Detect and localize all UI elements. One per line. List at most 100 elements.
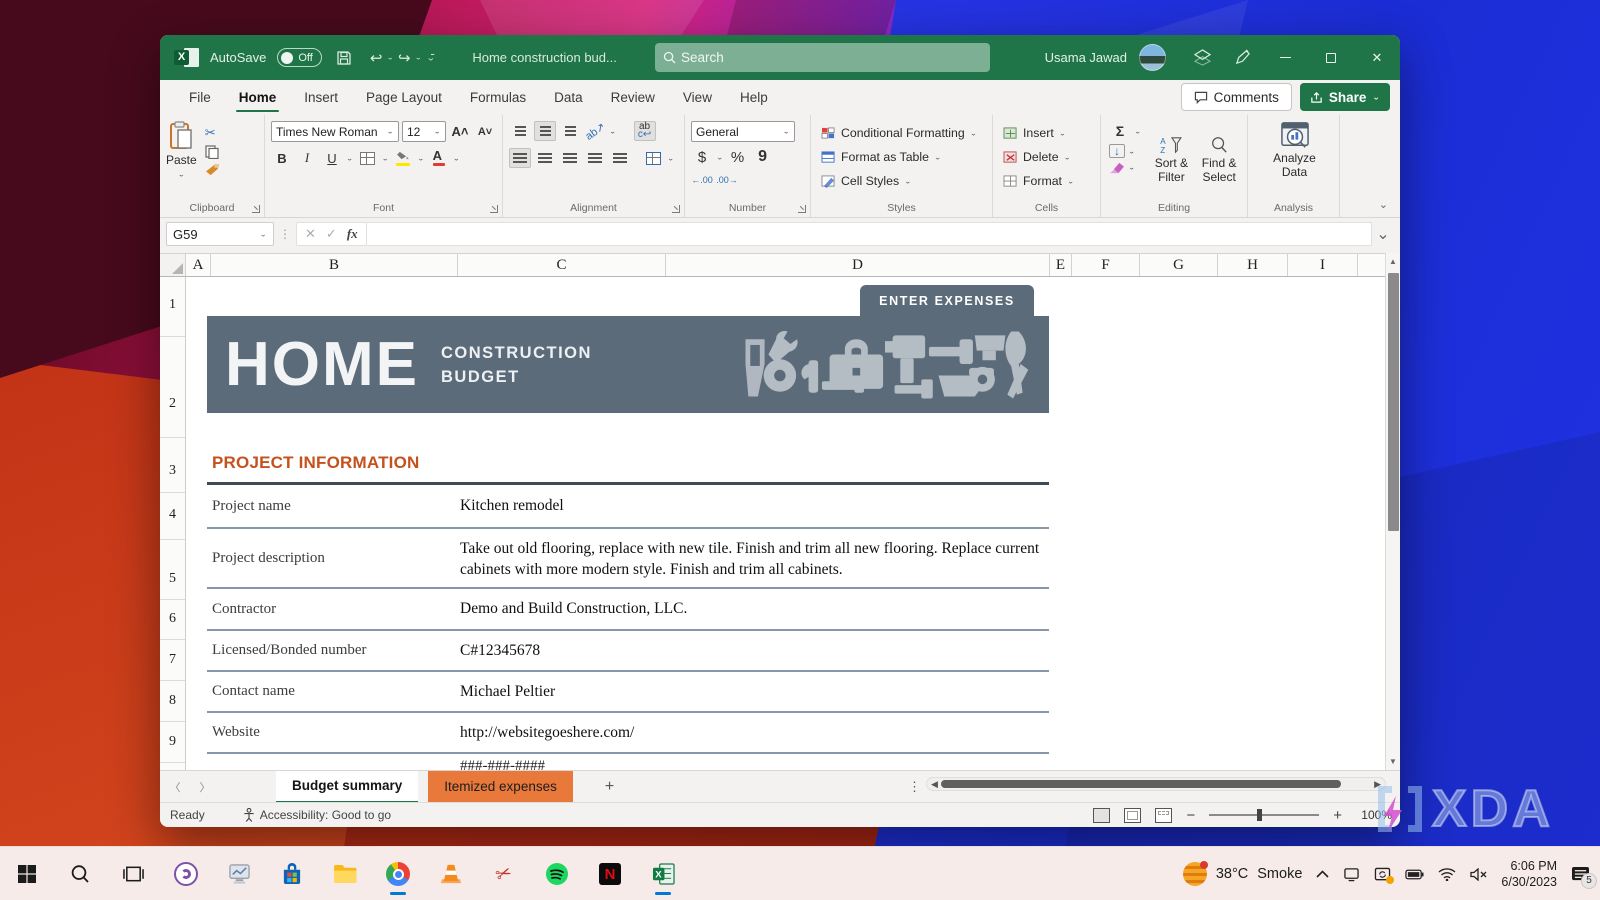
customize-quick-access-icon[interactable]: ⌄̄: [426, 52, 435, 62]
insert-cells-button[interactable]: Insert ⌄: [1003, 121, 1096, 145]
autosum-icon[interactable]: Σ: [1109, 121, 1131, 141]
normal-view-icon[interactable]: [1093, 808, 1110, 823]
formula-bar-handle[interactable]: ⋮: [279, 227, 291, 241]
start-button[interactable]: [14, 861, 40, 887]
row-header-1[interactable]: 1: [160, 297, 185, 313]
percent-format-icon[interactable]: %: [727, 147, 749, 167]
select-all-corner[interactable]: [160, 254, 186, 276]
tab-help[interactable]: Help: [727, 80, 781, 115]
tab-page-layout[interactable]: Page Layout: [353, 80, 455, 115]
font-color-icon[interactable]: A: [428, 148, 450, 168]
search-box[interactable]: Search: [655, 43, 990, 72]
cancel-entry-icon[interactable]: ✕: [305, 226, 316, 242]
increase-decimal-icon[interactable]: ←.00: [691, 170, 713, 190]
underline-button[interactable]: U: [321, 148, 343, 168]
task-manager-icon[interactable]: [226, 861, 252, 887]
merge-center-icon[interactable]: [642, 148, 664, 168]
avatar[interactable]: [1139, 44, 1166, 71]
row-header-6[interactable]: 6: [160, 611, 185, 627]
chevron-down-icon[interactable]: ⌄: [382, 154, 390, 163]
name-box[interactable]: G59 ⌄: [166, 222, 274, 246]
row-header-9[interactable]: 9: [160, 734, 185, 750]
cast-display-icon[interactable]: [1343, 867, 1360, 882]
redo-icon[interactable]: ↪: [398, 49, 411, 67]
pen-mode-icon[interactable]: [1222, 35, 1262, 80]
sheet-nav-right-icon[interactable]: 〉: [190, 779, 220, 795]
scroll-down-icon[interactable]: ▼: [1386, 757, 1400, 766]
fill-down-icon[interactable]: ↓: [1109, 144, 1125, 158]
row-header-7[interactable]: 7: [160, 652, 185, 668]
align-bottom-icon[interactable]: [559, 121, 581, 141]
chevron-down-icon[interactable]: ⌄: [415, 53, 423, 62]
sheet-tab-budget-summary[interactable]: Budget summary: [276, 771, 418, 803]
number-format-combobox[interactable]: General⌄: [691, 121, 795, 142]
fill-color-icon[interactable]: [392, 148, 414, 168]
field-row-project-name[interactable]: Project name Kitchen remodel: [207, 485, 1049, 529]
format-cells-button[interactable]: Format ⌄: [1003, 169, 1096, 193]
vertical-scroll-thumb[interactable]: [1388, 273, 1399, 531]
chevron-down-icon[interactable]: ⌄: [417, 154, 425, 163]
field-row-website[interactable]: Website http://websitegoeshere.com/: [207, 713, 1049, 754]
clear-icon[interactable]: [1109, 161, 1125, 174]
update-sync-icon[interactable]: [1374, 867, 1391, 882]
vlc-icon[interactable]: [438, 861, 464, 887]
chevron-down-icon[interactable]: ⌄: [667, 154, 675, 163]
tab-home[interactable]: Home: [226, 80, 290, 115]
chevron-down-icon[interactable]: ⌄: [346, 154, 354, 163]
tab-file[interactable]: File: [176, 80, 224, 115]
zoom-slider-thumb[interactable]: [1257, 809, 1262, 821]
chevron-down-icon[interactable]: ⌄: [716, 153, 724, 162]
hscroll-left-icon[interactable]: ◀: [931, 779, 938, 790]
enter-expenses-button[interactable]: ENTER EXPENSES: [860, 285, 1034, 317]
confirm-entry-icon[interactable]: ✓: [326, 226, 337, 242]
battery-icon[interactable]: [1405, 869, 1424, 880]
column-header-b[interactable]: B: [211, 254, 458, 276]
decrease-decimal-icon[interactable]: .00→: [716, 170, 738, 190]
currency-format-icon[interactable]: $: [691, 147, 713, 167]
notification-center-icon[interactable]: 5: [1571, 866, 1590, 883]
minimize-button[interactable]: [1262, 35, 1308, 80]
format-painter-icon[interactable]: [205, 163, 220, 176]
column-header-i[interactable]: I: [1288, 254, 1358, 276]
cell-styles-button[interactable]: Cell Styles ⌄: [821, 169, 988, 193]
insert-function-icon[interactable]: fx: [347, 226, 358, 242]
cut-icon[interactable]: ✂: [205, 125, 220, 141]
tab-formulas[interactable]: Formulas: [457, 80, 539, 115]
comma-format-icon[interactable]: 9: [752, 147, 774, 167]
row-header-8[interactable]: 8: [160, 693, 185, 709]
task-view-icon[interactable]: [120, 861, 146, 887]
collapse-ribbon-icon[interactable]: ⌄: [1379, 198, 1388, 211]
borders-icon[interactable]: [357, 148, 379, 168]
worksheet[interactable]: ENTER EXPENSES HOME CONSTRUCTION BUDGET: [186, 277, 1385, 770]
format-as-table-button[interactable]: Format as Table ⌄: [821, 145, 988, 169]
field-row-contact-name[interactable]: Contact name Michael Peltier: [207, 672, 1049, 713]
excel-taskbar-icon[interactable]: X: [650, 861, 676, 887]
sort-filter-button[interactable]: AZ Sort & Filter: [1148, 121, 1196, 199]
snipping-tool-icon[interactable]: ✂: [491, 861, 517, 887]
row-header-4[interactable]: 4: [160, 507, 185, 523]
taskbar-search-icon[interactable]: [67, 861, 93, 887]
chevron-down-icon[interactable]: ⌄: [609, 127, 617, 136]
find-select-button[interactable]: Find & Select: [1195, 121, 1243, 199]
volume-muted-icon[interactable]: [1470, 868, 1487, 881]
column-header-partial[interactable]: [1358, 254, 1385, 276]
field-row-licensed-number[interactable]: Licensed/Bonded number C#12345678: [207, 631, 1049, 672]
column-header-e[interactable]: E: [1050, 254, 1072, 276]
column-header-f[interactable]: F: [1072, 254, 1140, 276]
column-header-a[interactable]: A: [186, 254, 211, 276]
decrease-font-icon[interactable]: A˅: [474, 122, 496, 142]
accessibility-status[interactable]: Accessibility: Good to go: [243, 808, 391, 822]
alignment-dialog-launcher[interactable]: [672, 205, 680, 213]
close-button[interactable]: ✕: [1354, 35, 1400, 80]
align-top-icon[interactable]: [509, 121, 531, 141]
delete-cells-button[interactable]: Delete ⌄: [1003, 145, 1096, 169]
vertical-scrollbar[interactable]: ▲ ▼: [1385, 253, 1400, 770]
field-row-project-description[interactable]: Project description Take out old floorin…: [207, 529, 1049, 589]
font-dialog-launcher[interactable]: [490, 205, 498, 213]
new-sheet-button[interactable]: +: [605, 778, 614, 796]
copy-icon[interactable]: [205, 145, 219, 159]
align-center-icon[interactable]: [534, 148, 556, 168]
page-layout-view-icon[interactable]: [1124, 808, 1141, 823]
sheet-nav-left-icon[interactable]: 〈: [160, 779, 190, 795]
microsoft-store-icon[interactable]: [279, 861, 305, 887]
